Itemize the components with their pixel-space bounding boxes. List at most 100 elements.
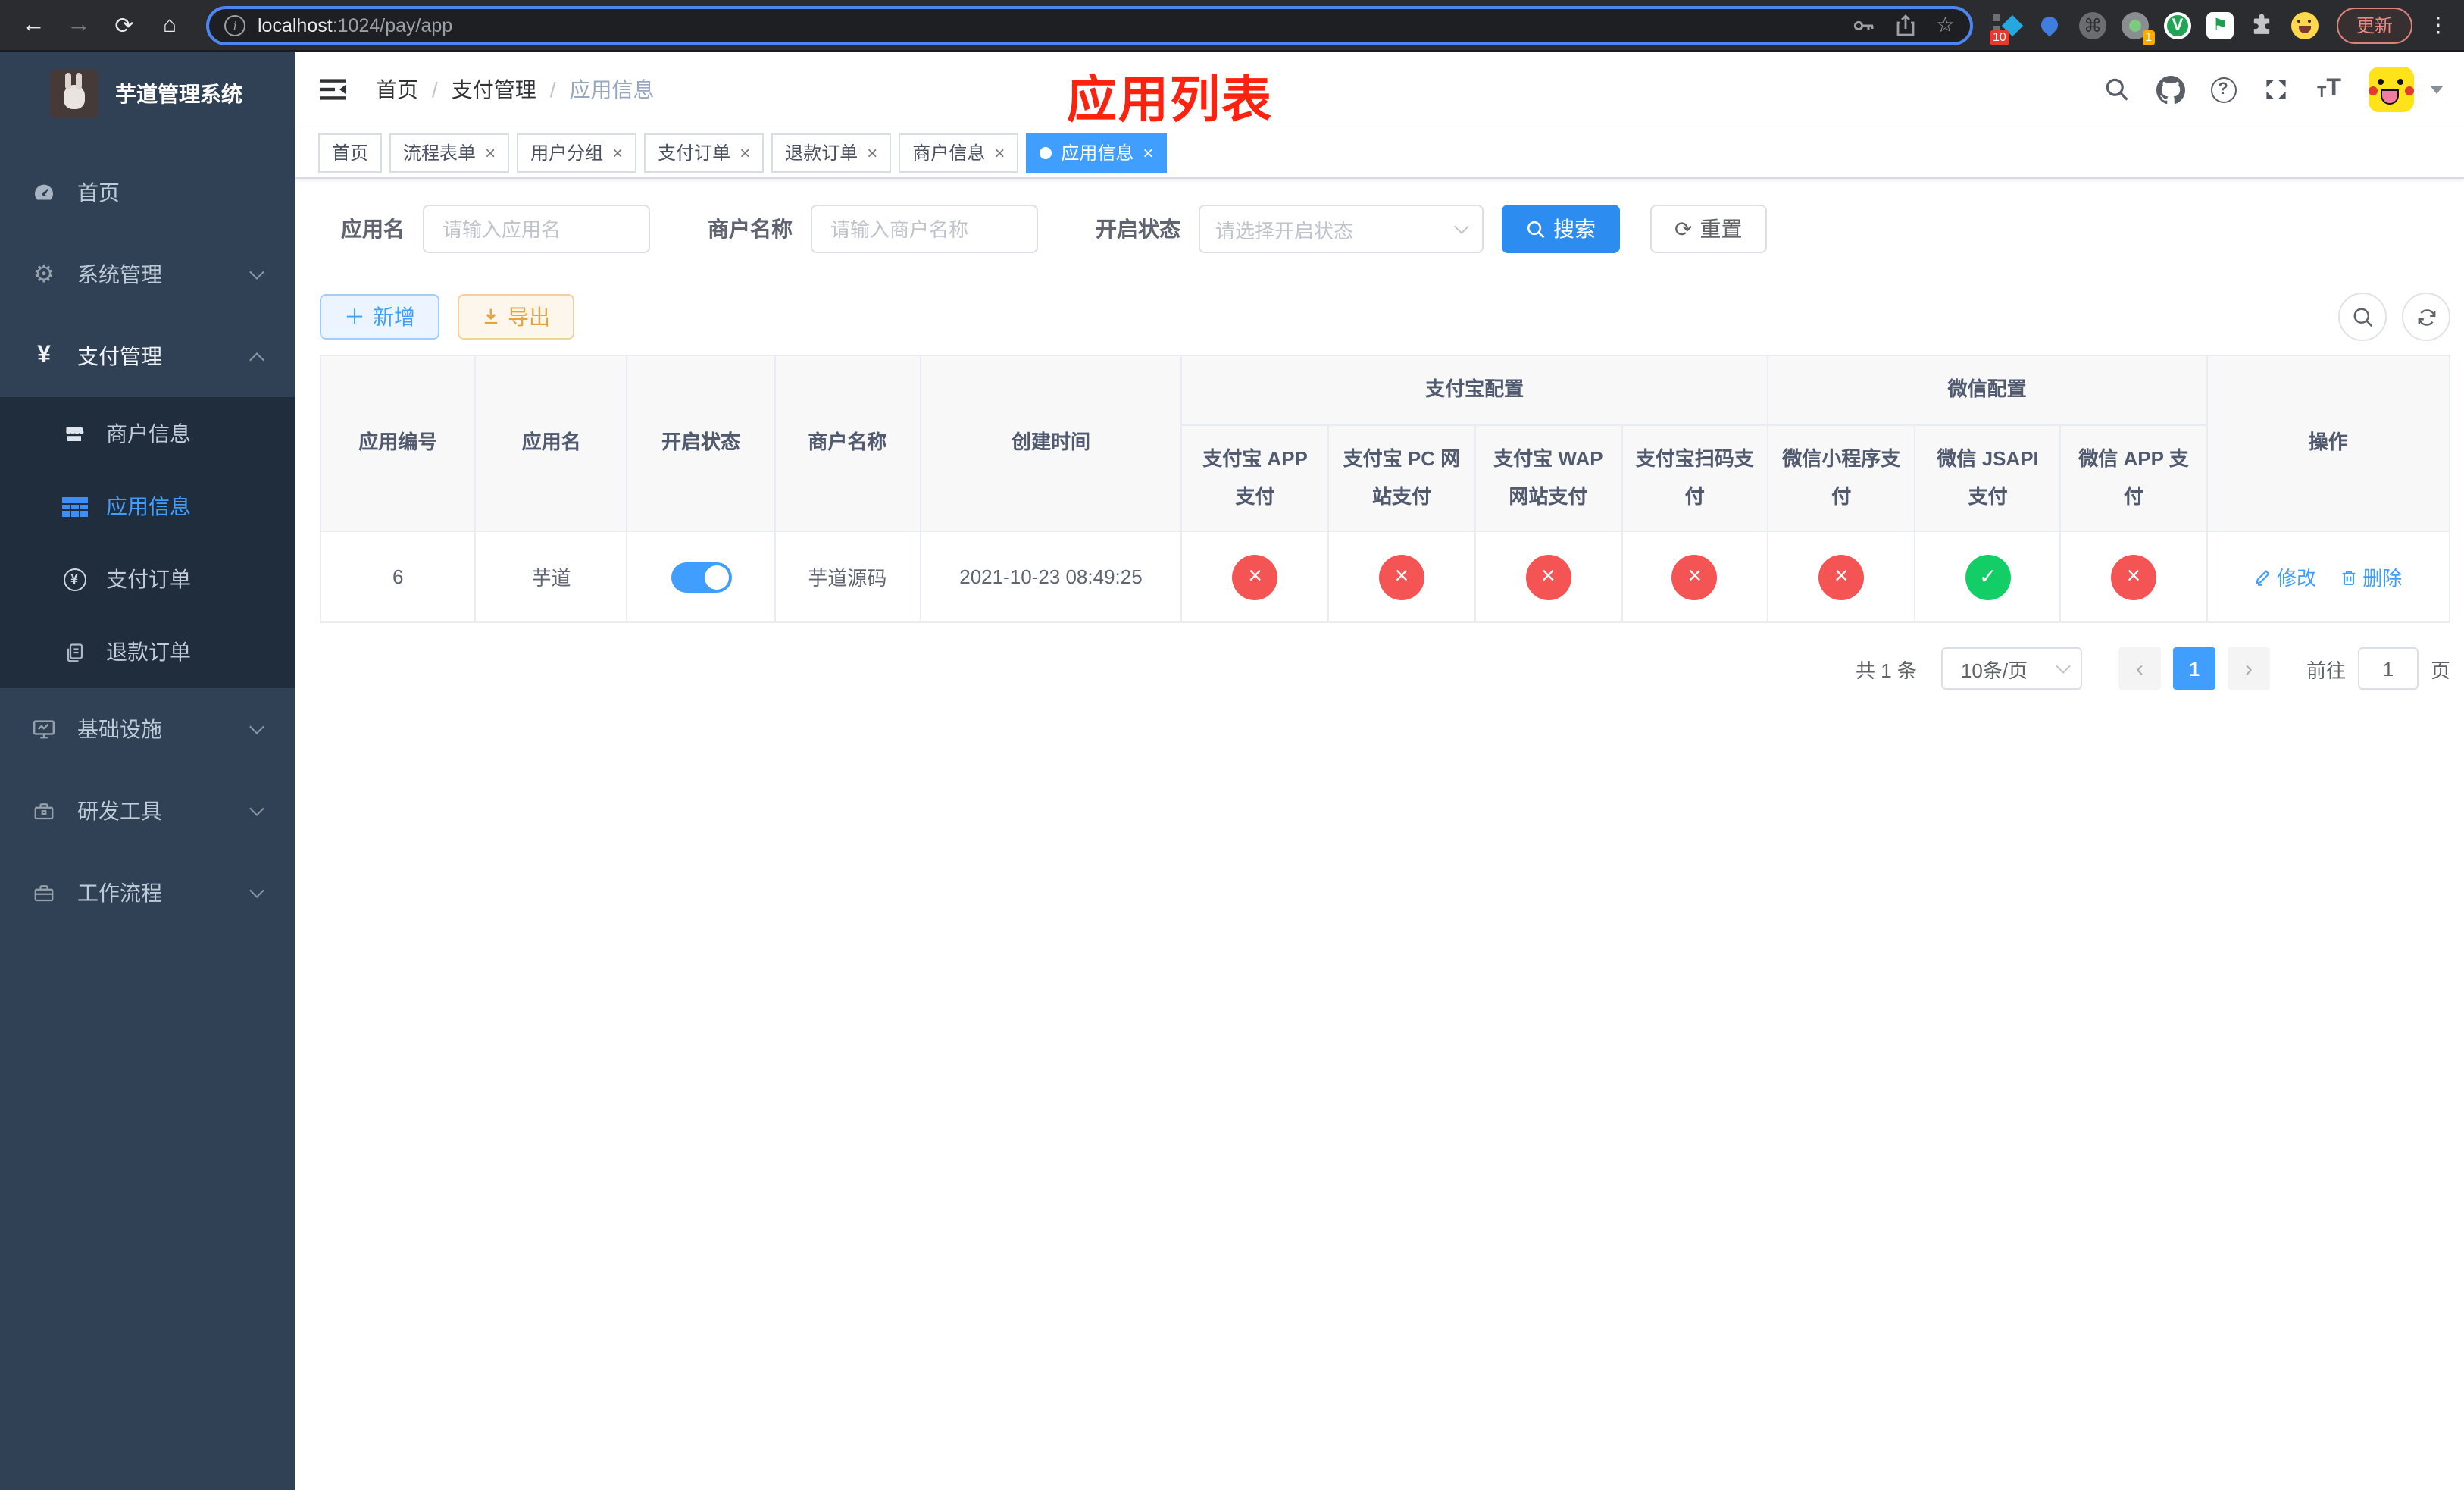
sidebar-item-refund-order[interactable]: 退款订单: [0, 615, 295, 688]
address-bar[interactable]: i localhost:1024/pay/app ☆: [206, 5, 1973, 45]
url-text: localhost:1024/pay/app: [258, 14, 453, 36]
goto-page-input[interactable]: [2357, 647, 2419, 690]
edit-link[interactable]: 修改: [2254, 563, 2316, 592]
breadcrumb: 首页 / 支付管理 / 应用信息: [376, 74, 655, 105]
app-table: 应用编号 应用名 开启状态 商户名称 创建时间 支付宝配置 微信配置 操作 支付…: [319, 354, 2451, 624]
tab-pay-order[interactable]: 支付订单 ×: [644, 133, 765, 172]
sidebar-item-workflow[interactable]: 工作流程: [0, 852, 295, 934]
group-header-wechat: 微信配置: [1767, 355, 2208, 426]
menu-label: 商户信息: [106, 421, 191, 446]
help-icon[interactable]: ?: [2203, 67, 2243, 112]
menu-label: 退款订单: [106, 640, 191, 664]
wechat-jsapi-status-icon: [1965, 554, 2011, 600]
tab-close-icon[interactable]: ×: [612, 143, 623, 161]
page-unit-label: 页: [2430, 659, 2450, 682]
prev-page-button[interactable]: ‹: [2118, 647, 2161, 690]
sidebar-item-payment[interactable]: ¥ 支付管理: [0, 315, 295, 397]
share-icon[interactable]: [1895, 13, 1918, 37]
chevron-down-icon: [249, 719, 264, 734]
menu-label: 支付管理: [77, 344, 162, 368]
current-page[interactable]: 1: [2172, 647, 2215, 690]
extension-command-icon[interactable]: ⌘: [2076, 8, 2109, 42]
tab-close-icon[interactable]: ×: [867, 143, 877, 161]
screen: ← → ⟳ ⌂ i localhost:1024/pay/app ☆ 10 ⌘ …: [0, 0, 2464, 1490]
merchant-name-label: 商户名称: [708, 217, 793, 241]
search-button[interactable]: 搜索: [1502, 205, 1620, 253]
table-row: 6 芋道 芋道源码 2021-10-23 08:49:25 × × × × × …: [319, 531, 2451, 624]
dashboard-icon: [30, 180, 58, 205]
extensions-puzzle-icon[interactable]: [2246, 8, 2279, 42]
font-size-icon[interactable]: [2309, 67, 2349, 112]
github-icon[interactable]: [2150, 67, 2190, 112]
sidebar-item-dev-tools[interactable]: 研发工具: [0, 770, 295, 852]
browser-menu-icon[interactable]: ⋮: [2428, 12, 2449, 38]
next-page-button[interactable]: ›: [2227, 647, 2270, 690]
extension-v-icon[interactable]: V: [2161, 8, 2194, 42]
site-info-icon[interactable]: i: [224, 14, 245, 36]
user-menu-caret-icon[interactable]: [2431, 86, 2443, 93]
pagination: 共 1 条 10条/页 ‹ 1 › 前往 页: [320, 647, 2450, 690]
alipay-app-status-icon: [1232, 554, 1278, 600]
merchant-name-input[interactable]: [811, 205, 1038, 253]
status-select[interactable]: 请选择开启状态: [1199, 205, 1484, 253]
chevron-down-icon: [249, 883, 264, 898]
sidebar-item-app-info[interactable]: 应用信息: [0, 470, 295, 543]
user-avatar[interactable]: [2369, 67, 2414, 112]
browser-reload-icon[interactable]: ⟳: [106, 7, 142, 43]
browser-home-icon[interactable]: ⌂: [152, 7, 188, 43]
tab-close-icon[interactable]: ×: [1143, 143, 1153, 161]
sidebar-menu: 首页 ⚙ 系统管理 ¥ 支付管理 商户信息 应用信息 ¥ 支付订单 退款订单 基…: [0, 136, 295, 934]
yen-icon: ¥: [37, 343, 51, 368]
export-button[interactable]: 导出: [458, 294, 574, 340]
tab-refund-order[interactable]: 退款订单 ×: [771, 133, 892, 172]
add-button[interactable]: ＋ 新增: [320, 294, 439, 340]
extension-flag-icon[interactable]: ⚑: [2203, 8, 2237, 42]
sidebar-item-system[interactable]: ⚙ 系统管理: [0, 233, 295, 315]
tags-view-bar: 首页 流程表单 × 用户分组 × 支付订单 × 退款订单 × 商户信息 × 应用信息 ×: [295, 127, 2464, 179]
extension-recorder-icon[interactable]: 1: [2118, 8, 2155, 45]
sidebar-item-infrastructure[interactable]: 基础设施: [0, 688, 295, 770]
browser-update-button[interactable]: 更新: [2336, 7, 2412, 43]
tab-close-icon[interactable]: ×: [994, 143, 1005, 161]
app-name-input[interactable]: [423, 205, 650, 253]
tab-user-group[interactable]: 用户分组 ×: [517, 133, 637, 172]
page-size-select[interactable]: 10条/页: [1940, 647, 2082, 690]
extension-emoji-icon[interactable]: [2288, 8, 2322, 42]
toggle-search-button[interactable]: [2338, 293, 2387, 341]
breadcrumb-current: 应用信息: [569, 77, 655, 102]
tab-process-form[interactable]: 流程表单 ×: [389, 133, 510, 172]
menu-label: 首页: [77, 180, 120, 205]
delete-link[interactable]: 删除: [2340, 563, 2402, 592]
tab-close-icon[interactable]: ×: [485, 143, 496, 161]
fullscreen-icon[interactable]: [2256, 67, 2296, 112]
tab-app-info[interactable]: 应用信息 ×: [1026, 133, 1168, 172]
browser-forward-icon[interactable]: →: [61, 7, 97, 43]
col-alipay-wap: 支付宝 WAP 网站支付: [1474, 424, 1623, 533]
sidebar-logo[interactable]: 芋道管理系统: [0, 52, 295, 136]
col-wechat-jsapi: 微信 JSAPI 支付: [1914, 424, 2062, 533]
browser-back-icon[interactable]: ←: [15, 7, 52, 43]
extension-square-top: [1992, 13, 2000, 20]
tab-merchant-info[interactable]: 商户信息 ×: [899, 133, 1019, 172]
reset-button[interactable]: ⟳ 重置: [1650, 205, 1767, 253]
refresh-table-button[interactable]: [2402, 293, 2450, 341]
tab-home[interactable]: 首页: [318, 133, 383, 172]
sidebar-collapse-icon[interactable]: [309, 65, 358, 114]
menu-label: 应用信息: [106, 494, 191, 518]
header-search-icon[interactable]: [2097, 67, 2137, 112]
navbar: 首页 / 支付管理 / 应用信息 ?: [295, 52, 2464, 127]
status-toggle[interactable]: [671, 562, 731, 593]
download-icon: [484, 308, 498, 324]
breadcrumb-payment[interactable]: 支付管理: [452, 74, 536, 105]
sidebar-item-home[interactable]: 首页: [0, 152, 295, 233]
extension-diamond-icon[interactable]: 10: [1989, 8, 2025, 45]
breadcrumb-home[interactable]: 首页: [376, 74, 418, 105]
refresh-icon: [2417, 308, 2435, 325]
sidebar-item-merchant-info[interactable]: 商户信息: [0, 397, 295, 470]
extension-kite-icon[interactable]: [2034, 8, 2067, 42]
bookmark-star-icon[interactable]: ☆: [1936, 12, 1955, 38]
tab-close-icon[interactable]: ×: [740, 143, 750, 161]
password-key-icon[interactable]: [1853, 13, 1877, 37]
chevron-down-icon: [249, 265, 264, 280]
sidebar-item-pay-order[interactable]: ¥ 支付订单: [0, 543, 295, 615]
